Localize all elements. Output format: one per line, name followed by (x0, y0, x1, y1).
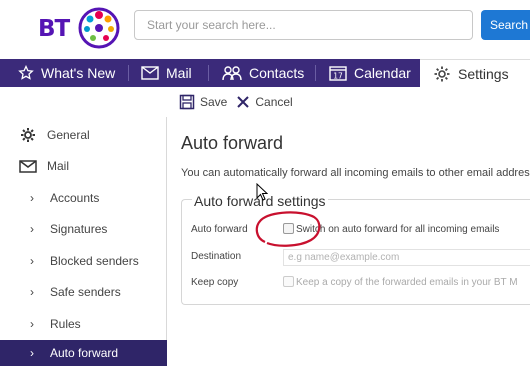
chevron-right-icon: › (30, 254, 34, 268)
sidebar-item-label: Signatures (50, 222, 108, 236)
destination-label: Destination (191, 251, 242, 262)
tab-whats-new[interactable]: What's New (18, 59, 115, 87)
tab-label: Calendar (354, 65, 411, 81)
save-button[interactable]: Save (179, 94, 227, 110)
settings-sidebar: General Mail › Accounts › Signatures › B… (0, 117, 167, 366)
sidebar-item-blocked-senders[interactable]: › Blocked senders (0, 248, 167, 274)
mouse-cursor-icon (256, 183, 268, 201)
sidebar-item-accounts[interactable]: › Accounts (0, 185, 167, 211)
tab-contacts[interactable]: Contacts (222, 59, 304, 87)
people-icon (222, 65, 242, 81)
tab-calendar[interactable]: 17 Calendar (329, 59, 411, 87)
save-label: Save (200, 95, 228, 109)
bt-globe-icon (78, 7, 120, 49)
chevron-right-icon: › (30, 222, 34, 236)
nav-divider (128, 65, 129, 81)
auto-forward-panel: Auto forward You can automatically forwa… (168, 117, 530, 366)
search-input[interactable] (134, 10, 473, 40)
gear-icon (433, 65, 451, 83)
tab-label: Contacts (249, 65, 305, 81)
logo-text: BT (38, 16, 70, 42)
sidebar-item-general[interactable]: General (0, 122, 167, 148)
tab-settings[interactable]: Settings (420, 59, 530, 87)
red-circle-annotation (255, 211, 321, 247)
chevron-right-icon: › (30, 317, 34, 331)
sidebar-item-signatures[interactable]: › Signatures (0, 216, 167, 242)
keep-copy-checkbox[interactable] (283, 276, 294, 287)
sidebar-item-auto-forward[interactable]: › Auto forward (0, 340, 167, 366)
chevron-right-icon: › (30, 285, 34, 299)
nav-divider (208, 65, 209, 81)
chevron-right-icon: › (30, 346, 34, 360)
sidebar-item-label: General (47, 128, 90, 142)
sidebar-item-label: Mail (47, 159, 70, 173)
settings-toolbar: Save Cancel (168, 88, 302, 116)
sidebar-item-label: Accounts (50, 191, 100, 205)
destination-input[interactable] (283, 249, 530, 266)
tab-mail[interactable]: Mail (141, 59, 192, 87)
search-button[interactable]: Search (481, 10, 530, 40)
nav-divider (315, 65, 316, 81)
star-icon (18, 65, 34, 81)
close-icon (236, 95, 250, 109)
calendar-icon: 17 (329, 65, 347, 81)
page-title: Auto forward (181, 133, 284, 153)
tab-label: Mail (166, 65, 192, 81)
sidebar-item-label: Auto forward (50, 346, 119, 360)
save-icon (179, 94, 195, 110)
cancel-label: Cancel (255, 95, 293, 109)
sidebar-item-safe-senders[interactable]: › Safe senders (0, 279, 167, 305)
chevron-right-icon: › (30, 191, 34, 205)
sidebar-item-label: Safe senders (50, 285, 121, 299)
calendar-icon-text: 17 (333, 72, 343, 81)
keep-copy-label: Keep copy (191, 277, 239, 288)
sidebar-item-mail[interactable]: Mail (0, 153, 167, 179)
gear-icon (19, 127, 37, 143)
envelope-icon (141, 66, 159, 80)
sidebar-item-label: Rules (50, 317, 81, 331)
auto-forward-text: Switch on auto forward for all incoming … (296, 224, 500, 235)
tab-label: What's New (41, 65, 116, 81)
keep-copy-text: Keep a copy of the forwarded emails in y… (296, 277, 518, 288)
sidebar-item-rules[interactable]: › Rules (0, 311, 167, 337)
tab-label: Settings (458, 65, 509, 82)
envelope-icon (19, 159, 37, 173)
bt-logo[interactable]: BT (18, 4, 120, 52)
header: BT Search (0, 0, 530, 56)
main-nav: What's New Mail Contacts 17 Calendar Set… (0, 59, 530, 87)
intro-text: You can automatically forward all incomi… (181, 167, 530, 179)
auto-forward-label: Auto forward (191, 224, 248, 235)
cancel-button[interactable]: Cancel (236, 95, 293, 109)
sidebar-item-label: Blocked senders (50, 254, 139, 268)
